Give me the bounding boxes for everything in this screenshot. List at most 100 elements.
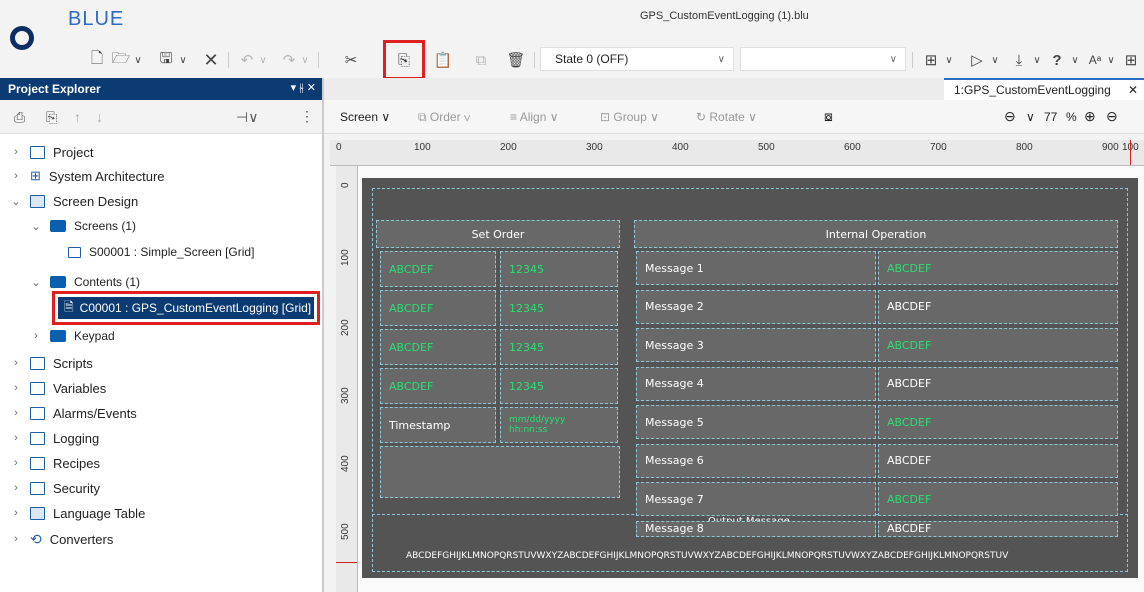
tree-item-content-c00001-selected[interactable]: 🗎 C00001 : GPS_CustomEventLogging [Grid] bbox=[52, 291, 320, 325]
save-icon[interactable]: 🖫 bbox=[155, 49, 177, 71]
add-content-icon[interactable]: ⎘ bbox=[46, 109, 57, 126]
horizontal-ruler: 0 100 200 300 400 500 600 700 800 900 10… bbox=[330, 140, 1144, 166]
set-order-text-field[interactable]: ABCDEF bbox=[380, 251, 496, 287]
close-project-icon[interactable]: ✕ bbox=[200, 49, 222, 71]
font-dropdown-chevron-icon[interactable]: ∨ bbox=[1104, 49, 1118, 71]
set-order-number-field[interactable]: 12345 bbox=[500, 251, 618, 287]
secondary-dropdown[interactable]: ∨ bbox=[740, 47, 906, 71]
undo-dropdown-chevron-icon[interactable]: ∨ bbox=[256, 49, 270, 71]
tree-item-logging[interactable]: › Logging bbox=[10, 427, 99, 449]
group-menu[interactable]: ⊡ Group ∨ bbox=[600, 110, 659, 124]
tree-item-contents[interactable]: ⌄ Contents (1) bbox=[30, 271, 140, 293]
order-menu[interactable]: ⧉ Order ∨ bbox=[418, 110, 471, 125]
panel-divider[interactable] bbox=[322, 78, 324, 592]
set-order-number-field[interactable]: 12345 bbox=[500, 329, 618, 365]
help-dropdown-chevron-icon[interactable]: ∨ bbox=[1068, 49, 1082, 71]
align-menu[interactable]: ≡ Align ∨ bbox=[510, 110, 559, 124]
screen-menu[interactable]: Screen ∨ bbox=[340, 110, 390, 124]
tree-item-variables[interactable]: › Variables bbox=[10, 377, 106, 399]
font-size-icon[interactable]: Aᵃ bbox=[1084, 49, 1106, 71]
screen-area[interactable]: Set Order ABCDEF 12345 ABCDEF 12345 ABCD… bbox=[362, 178, 1138, 578]
set-order-number-field[interactable]: 12345 bbox=[500, 368, 618, 404]
redo-dropdown-chevron-icon[interactable]: ∨ bbox=[298, 49, 312, 71]
message-value-field[interactable]: ABCDEF bbox=[878, 405, 1118, 439]
set-order-text-field[interactable]: ABCDEF bbox=[380, 368, 496, 404]
zoom-level[interactable]: 77 bbox=[1044, 110, 1057, 124]
panel-pin-close-icon[interactable]: ▾ ⫳ ✕ bbox=[291, 81, 316, 95]
zoom-dropdown-chevron-icon[interactable]: ∨ bbox=[1026, 110, 1035, 124]
tree-item-label: Project bbox=[53, 144, 94, 160]
new-file-icon[interactable]: 🗋 bbox=[86, 49, 108, 71]
download-dropdown-chevron-icon[interactable]: ∨ bbox=[1030, 49, 1044, 71]
tree-item-keypad[interactable]: › Keypad bbox=[30, 325, 115, 347]
add-screen-icon[interactable]: ⎙ bbox=[14, 109, 25, 126]
help-icon[interactable]: ? bbox=[1046, 49, 1068, 71]
message-value-field[interactable]: ABCDEF bbox=[878, 289, 1118, 324]
preview-icon[interactable]: ⧇ bbox=[824, 108, 833, 125]
logging-icon bbox=[30, 431, 45, 445]
zoom-out-icon[interactable]: ⊖ bbox=[1004, 108, 1016, 125]
ruler-label: 0 bbox=[336, 142, 342, 153]
tree-item-language-table[interactable]: › Language Table bbox=[10, 502, 145, 524]
tree-item-alarms-events[interactable]: › Alarms/Events bbox=[10, 402, 137, 424]
close-icon[interactable]: ✕ bbox=[1128, 83, 1138, 97]
message-value-field[interactable]: ABCDEF bbox=[878, 520, 1118, 537]
tree-item-label: Keypad bbox=[74, 329, 115, 343]
set-order-number-field[interactable]: 12345 bbox=[500, 290, 618, 326]
zoom-fit-icon[interactable]: ⊖ bbox=[1106, 108, 1118, 125]
set-order-text-field[interactable]: ABCDEF bbox=[380, 290, 496, 326]
rotate-menu[interactable]: ↻ Rotate ∨ bbox=[696, 110, 757, 124]
more-options-icon[interactable]: ⋮ bbox=[300, 108, 314, 125]
chevron-right-icon: › bbox=[14, 482, 18, 494]
state-dropdown[interactable]: State 0 (OFF) ∨ bbox=[540, 47, 734, 71]
message-value-field[interactable]: ABCDEF bbox=[878, 366, 1118, 401]
tree-item-label: Language Table bbox=[53, 505, 146, 521]
layout-dropdown-chevron-icon[interactable]: ∨ bbox=[942, 49, 956, 71]
run-simulation-icon[interactable]: ▷ bbox=[966, 49, 988, 71]
zoom-in-icon[interactable]: ⊕ bbox=[1084, 108, 1096, 125]
timestamp-field[interactable]: mm/dd/yyyy hh:nn:ss bbox=[500, 407, 618, 443]
copy-icon[interactable]: ⎘ bbox=[383, 40, 425, 80]
tree-item-screen-design[interactable]: ⌄ Screen Design bbox=[10, 190, 138, 212]
tree-item-security[interactable]: › Security bbox=[10, 477, 100, 499]
download-icon[interactable]: ⤓ bbox=[1008, 49, 1030, 71]
move-up-icon[interactable]: ↑ bbox=[74, 109, 81, 125]
ruler-label: 400 bbox=[340, 455, 351, 472]
ruler-label: 200 bbox=[340, 319, 351, 336]
ruler-label: 500 bbox=[758, 142, 775, 153]
rotate-menu-label: Rotate bbox=[709, 110, 745, 124]
project-tree: › Project › ⊞ System Architecture ⌄ Screen D… bbox=[0, 134, 322, 592]
message-value-field[interactable]: ABCDEF bbox=[878, 251, 1118, 285]
save-dropdown-chevron-icon[interactable]: ∨ bbox=[176, 49, 190, 71]
chevron-right-icon: › bbox=[14, 146, 18, 158]
tree-item-project[interactable]: › Project bbox=[10, 141, 93, 163]
redo-icon[interactable]: ↷ bbox=[278, 49, 300, 71]
dock-options-icon[interactable]: ⊣∨ bbox=[236, 109, 258, 126]
chevron-right-icon: › bbox=[14, 357, 18, 369]
tree-item-system-architecture[interactable]: › ⊞ System Architecture bbox=[10, 165, 164, 187]
table-icon[interactable]: ⊞ bbox=[1120, 49, 1142, 71]
tree-item-scripts[interactable]: › Scripts bbox=[10, 352, 93, 374]
message-value-field[interactable]: ABCDEF bbox=[878, 482, 1118, 516]
ruler-label: 800 bbox=[1016, 142, 1033, 153]
paste-icon[interactable]: 📋 bbox=[432, 49, 454, 71]
duplicate-icon[interactable]: ⧉ bbox=[470, 49, 492, 71]
cut-icon[interactable]: ✂ bbox=[340, 49, 362, 71]
message-value-field[interactable]: ABCDEF bbox=[878, 443, 1118, 478]
undo-icon[interactable]: ↶ bbox=[236, 49, 258, 71]
tree-item-screens[interactable]: ⌄ Screens (1) bbox=[30, 215, 136, 237]
tab-gps-customeventlogging[interactable]: 1:GPS_CustomEventLogging ✕ bbox=[944, 78, 1144, 100]
layout-grid-icon[interactable]: ⊞ bbox=[920, 49, 942, 71]
message-value-field[interactable]: ABCDEF bbox=[878, 328, 1118, 362]
tree-item-screen-s00001[interactable]: S00001 : Simple_Screen [Grid] bbox=[68, 241, 254, 263]
tree-item-converters[interactable]: › ⟲ Converters bbox=[10, 528, 113, 550]
delete-icon[interactable]: 🗑 bbox=[505, 49, 527, 71]
ruler-label: 200 bbox=[500, 142, 517, 153]
run-dropdown-chevron-icon[interactable]: ∨ bbox=[988, 49, 1002, 71]
message-label: Message 3 bbox=[636, 328, 876, 362]
tree-item-recipes[interactable]: › Recipes bbox=[10, 452, 100, 474]
open-dropdown-chevron-icon[interactable]: ∨ bbox=[131, 49, 145, 71]
open-folder-icon[interactable]: 🗁 bbox=[110, 49, 132, 71]
set-order-text-field[interactable]: ABCDEF bbox=[380, 329, 496, 365]
move-down-icon[interactable]: ↓ bbox=[96, 109, 103, 125]
